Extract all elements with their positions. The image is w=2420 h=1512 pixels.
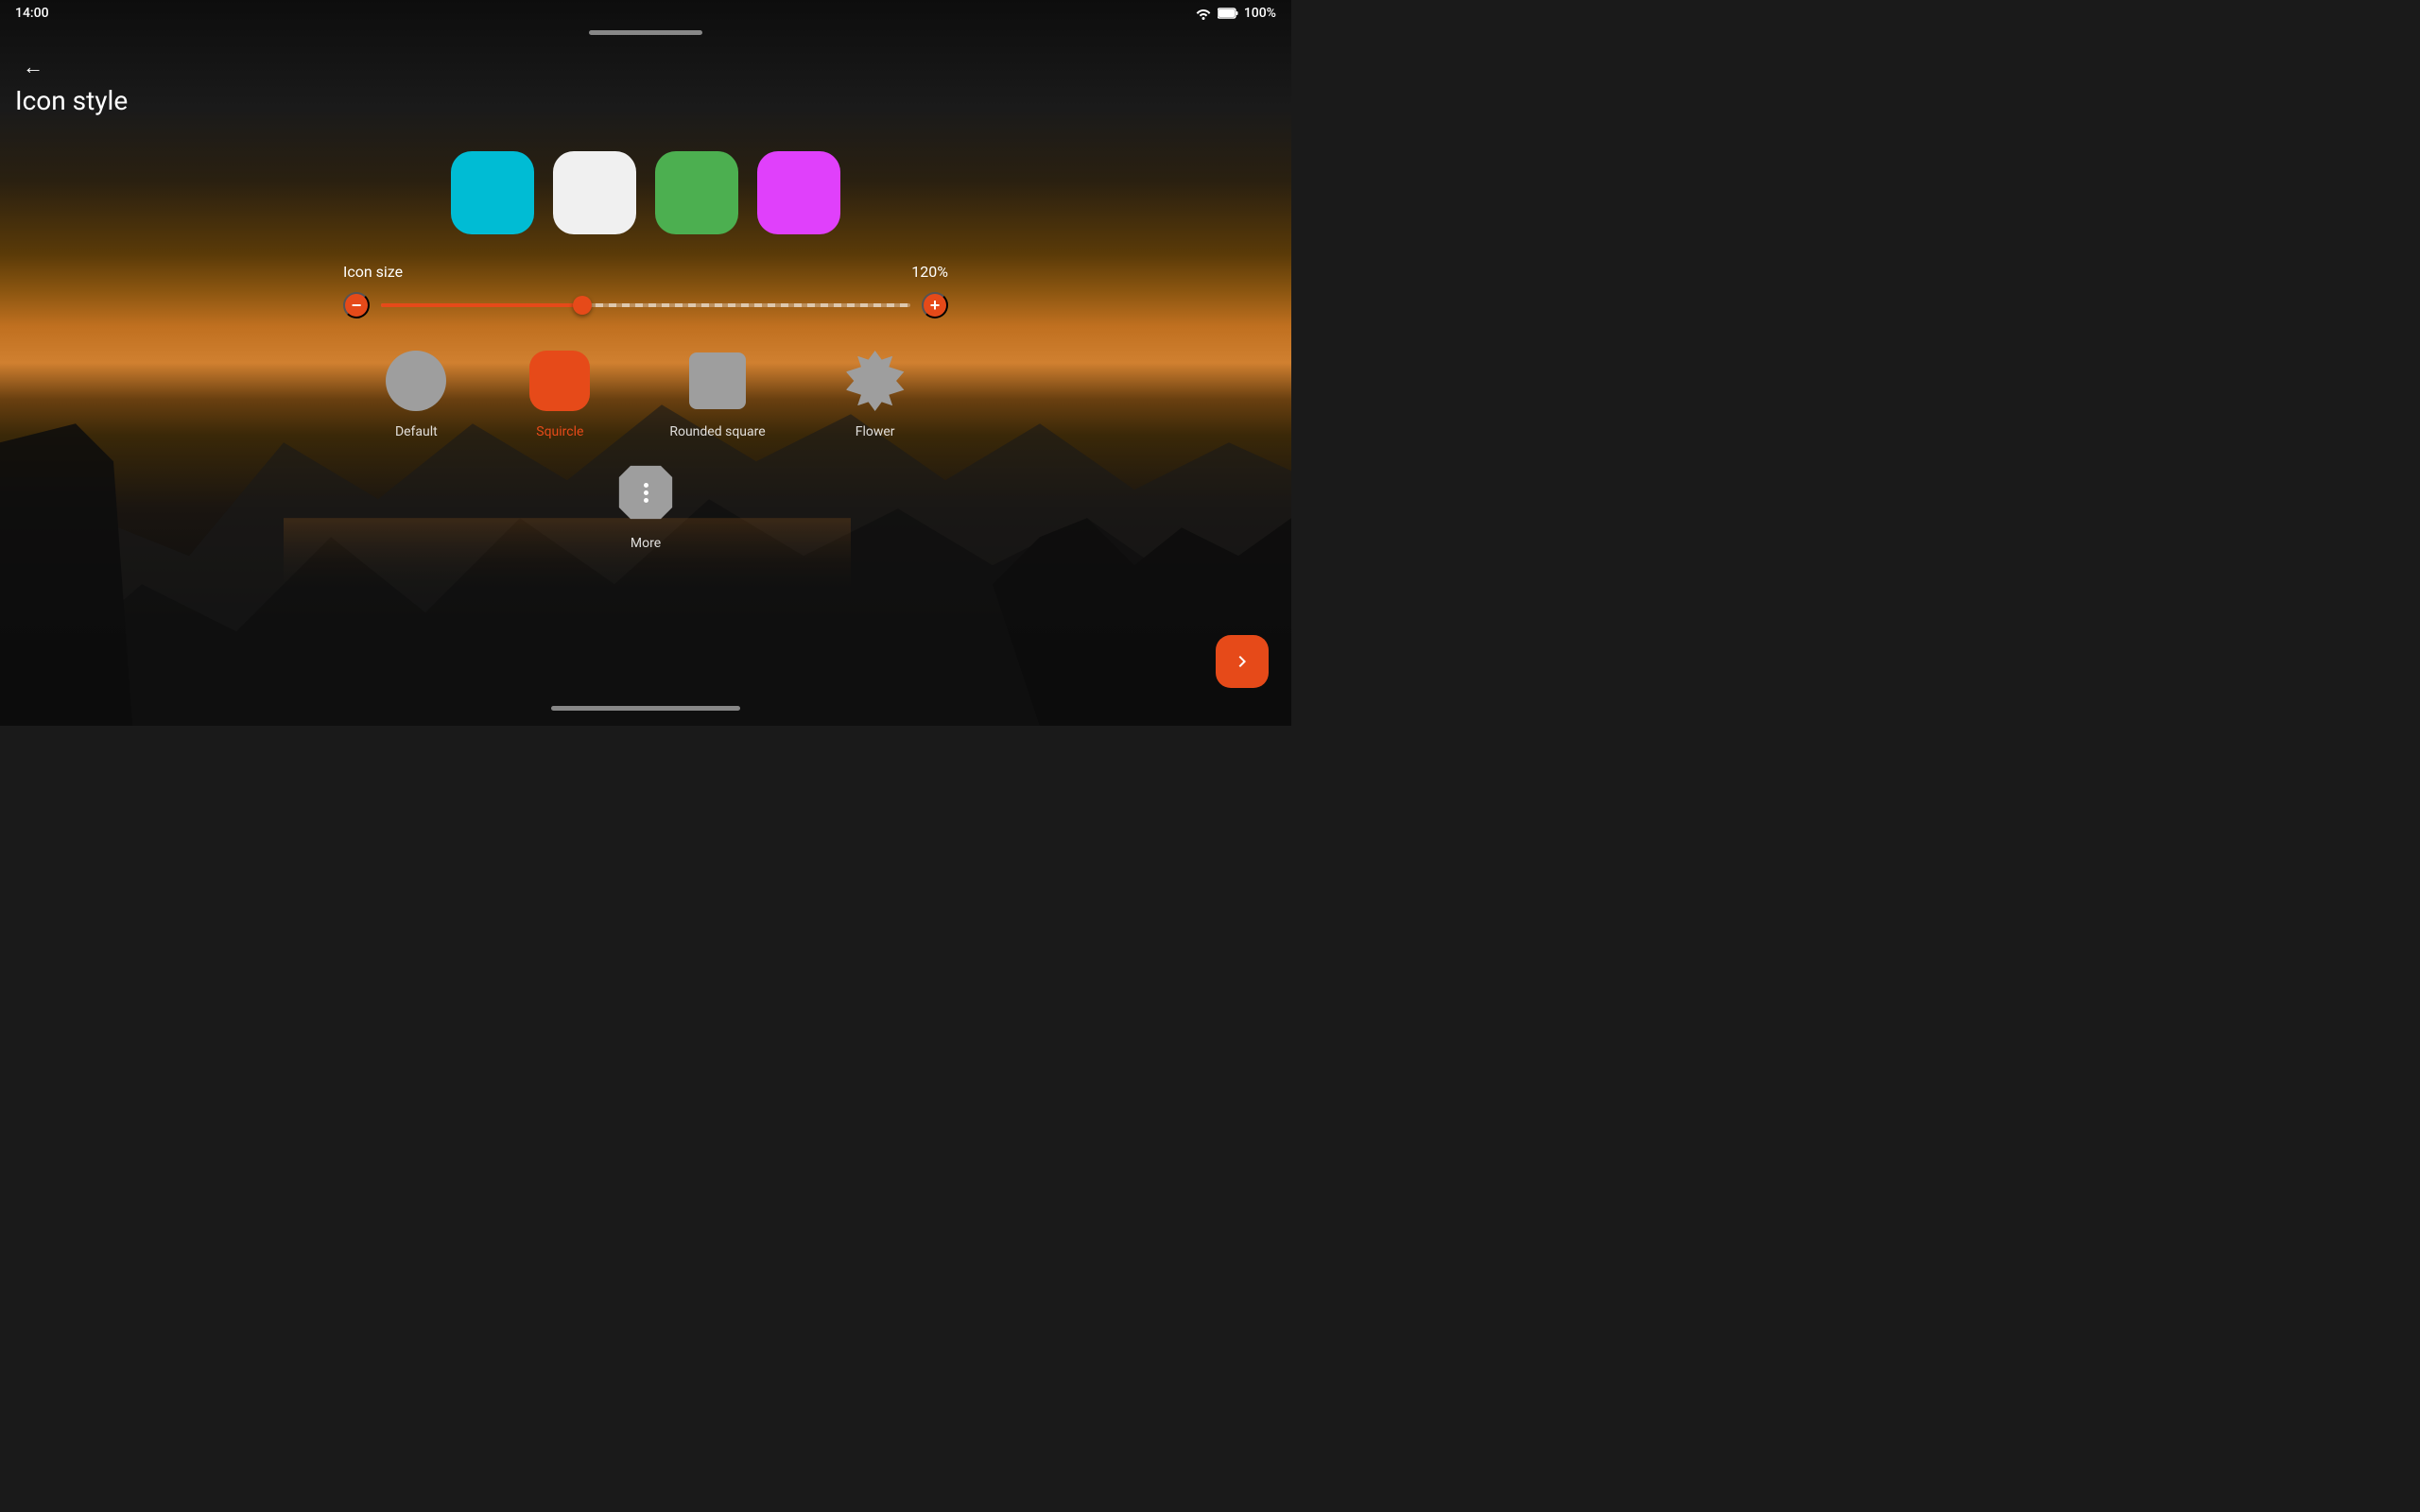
- squircle-shape: [529, 351, 590, 411]
- drag-handle-top: [589, 30, 702, 35]
- more-shape: [615, 462, 676, 523]
- squircle-label: Squircle: [536, 424, 583, 439]
- wifi-icon: [1195, 7, 1212, 20]
- rounded-square-shape: [689, 352, 746, 409]
- dot-2: [644, 490, 648, 495]
- icon-style-flower[interactable]: Flower: [841, 347, 909, 439]
- icon-style-rounded-square[interactable]: Rounded square: [669, 347, 765, 439]
- icon-style-default[interactable]: Default: [382, 347, 450, 439]
- battery-icon: [1218, 7, 1238, 20]
- circle-shape: [386, 351, 446, 411]
- forward-arrow-icon: [1231, 650, 1253, 673]
- rounded-square-shape-container: [683, 347, 752, 415]
- default-shape: [382, 347, 450, 415]
- slider-plus-button[interactable]: +: [922, 292, 948, 318]
- status-icons: 100%: [1195, 6, 1276, 21]
- dot-1: [644, 483, 648, 488]
- slider-track[interactable]: [381, 303, 910, 307]
- size-header: Icon size 120%: [343, 263, 948, 281]
- battery-percentage: 100%: [1244, 6, 1276, 21]
- color-swatches: [451, 151, 840, 234]
- size-value: 120%: [911, 263, 948, 281]
- more-shape-container: [612, 458, 680, 526]
- default-label: Default: [395, 424, 438, 439]
- icon-style-row-1: Default Squircle Rounded square Flower: [382, 347, 908, 439]
- drag-handle-bottom: [551, 706, 740, 711]
- dot-3: [644, 498, 648, 503]
- rounded-square-label: Rounded square: [669, 424, 765, 439]
- status-bar: 14:00 100%: [0, 0, 1291, 26]
- icon-style-squircle[interactable]: Squircle: [526, 347, 594, 439]
- status-time: 14:00: [15, 6, 49, 21]
- more-label: More: [631, 536, 661, 551]
- flower-label: Flower: [856, 424, 895, 439]
- size-label: Icon size: [343, 263, 403, 281]
- icon-style-row-2: More: [612, 458, 680, 551]
- swatch-green[interactable]: [655, 151, 738, 234]
- page-title: Icon style: [15, 85, 128, 116]
- slider-container: − +: [343, 292, 948, 318]
- icon-styles: Default Squircle Rounded square Flower: [382, 347, 908, 551]
- flower-shape: [845, 351, 906, 411]
- swatch-cyan[interactable]: [451, 151, 534, 234]
- squircle-shape-container: [526, 347, 594, 415]
- flower-shape-container: [841, 347, 909, 415]
- icon-style-more[interactable]: More: [612, 458, 680, 551]
- swatch-magenta[interactable]: [757, 151, 840, 234]
- icon-size-section: Icon size 120% − +: [343, 263, 948, 318]
- more-dots: [644, 483, 648, 503]
- slider-thumb[interactable]: [573, 296, 592, 315]
- slider-fill: [381, 303, 582, 307]
- forward-button[interactable]: [1216, 635, 1269, 688]
- back-button[interactable]: ←: [15, 47, 51, 87]
- main-content: Icon size 120% − + Default: [0, 151, 1291, 551]
- slider-dashes: [582, 303, 910, 307]
- slider-minus-button[interactable]: −: [343, 292, 370, 318]
- swatch-white[interactable]: [553, 151, 636, 234]
